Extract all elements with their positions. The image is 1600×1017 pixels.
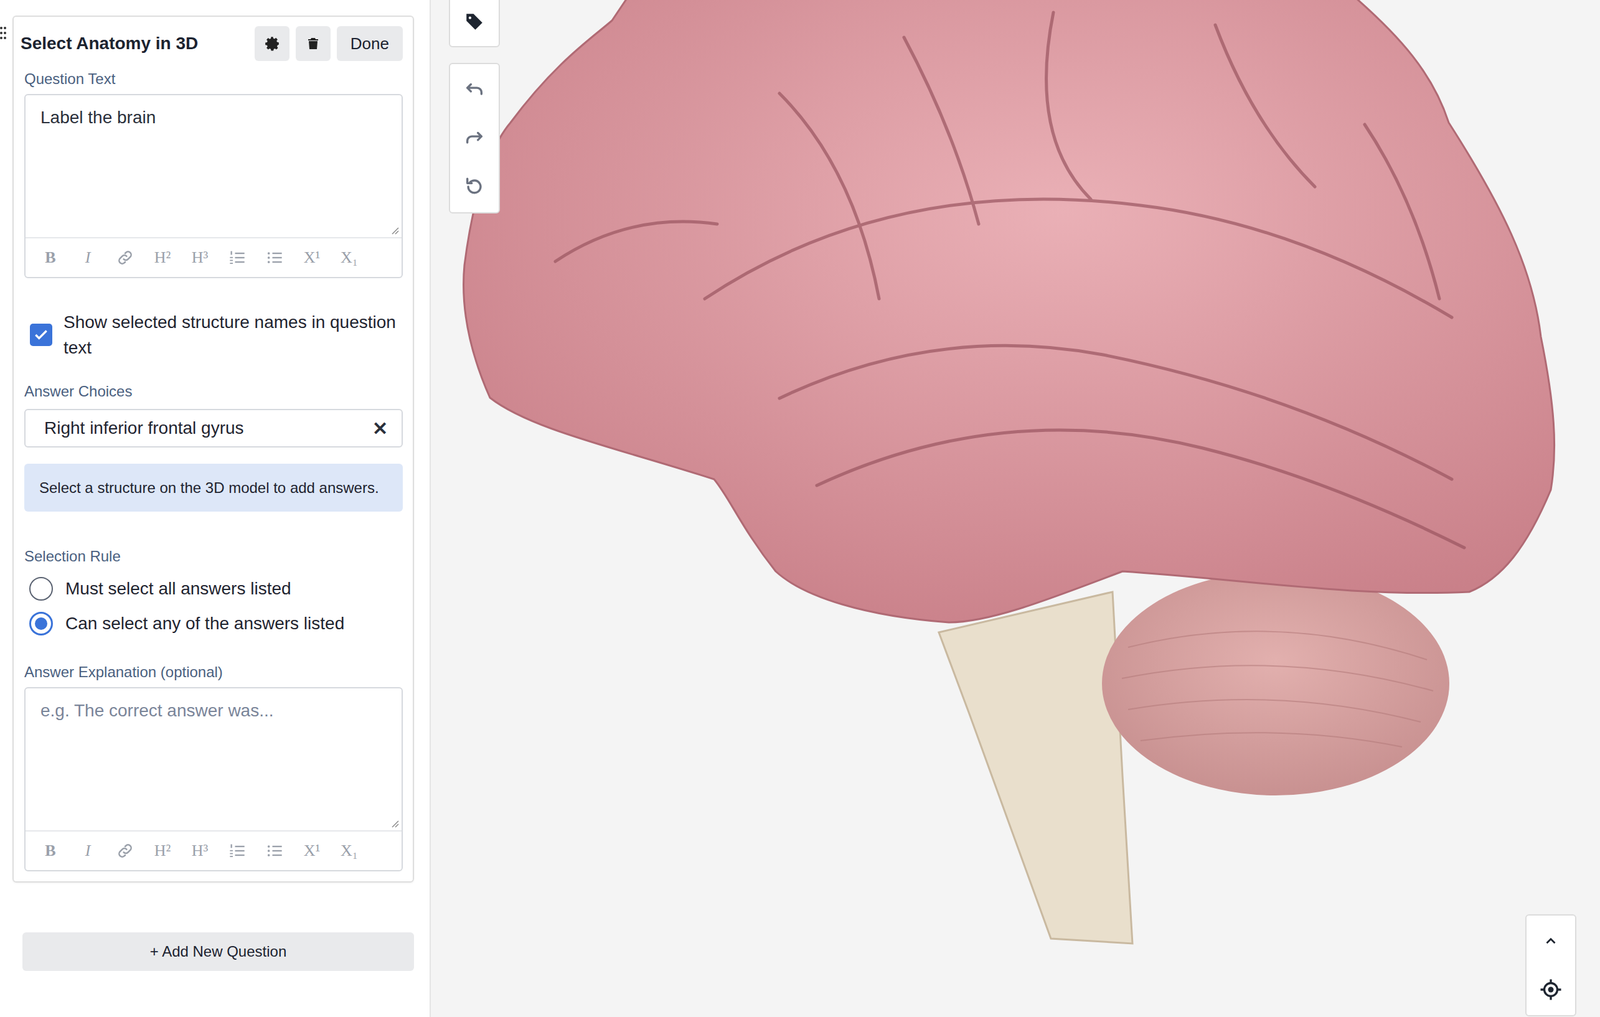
collapse-button[interactable] (1526, 917, 1576, 966)
format-button[interactable]: H³ (181, 248, 219, 268)
model-viewer[interactable] (430, 0, 1600, 1017)
recenter-button[interactable] (1526, 965, 1576, 1015)
radio-dot (34, 617, 48, 631)
bullet-list-icon[interactable] (265, 842, 284, 860)
bullet-list-icon[interactable] (265, 249, 284, 267)
format-label[interactable]: I (85, 841, 91, 861)
brain-model[interactable] (430, 0, 1599, 1017)
format-button[interactable]: H³ (181, 841, 219, 861)
format-button[interactable]: X¹ (293, 248, 331, 268)
check-icon[interactable] (32, 326, 50, 344)
show-names-label[interactable]: Show selected structure names in questio… (63, 309, 403, 361)
answer-chip: Right inferior frontal gyrus✕ (24, 409, 403, 448)
format-label[interactable]: H³ (191, 841, 209, 861)
format-label[interactable]: H² (154, 248, 172, 268)
field-label: Selection Rule (24, 547, 403, 566)
link-icon[interactable] (116, 249, 134, 267)
ordered-list-icon[interactable] (228, 842, 246, 860)
add-question-button[interactable]: + Add New Question (22, 932, 415, 972)
format-label[interactable]: H² (154, 841, 172, 861)
answer-label: Right inferior frontal gyrus (44, 418, 373, 439)
format-label[interactable]: X¹ (303, 248, 321, 268)
show-names-row[interactable]: Show selected structure names in questio… (24, 309, 403, 361)
view-toolbar (1525, 914, 1577, 1017)
drag-handle-icon[interactable] (0, 26, 7, 40)
format-label[interactable]: X¹ (303, 841, 321, 861)
reset-button[interactable] (450, 162, 499, 212)
rule-radio[interactable] (29, 611, 53, 636)
field-label: Answer Explanation (optional) (24, 663, 403, 682)
format-toolbar: B I H² H³ X¹ X₁ (25, 830, 402, 871)
undo-button[interactable] (450, 65, 499, 114)
labels-button[interactable] (450, 0, 499, 47)
link-icon[interactable] (116, 842, 134, 860)
tag-icon[interactable] (463, 11, 485, 33)
settings-button[interactable] (254, 26, 290, 62)
rule-label[interactable]: Can select any of the answers listed (65, 613, 345, 634)
redo-button[interactable] (450, 113, 499, 163)
undo-icon[interactable] (463, 79, 485, 101)
format-button[interactable] (255, 249, 294, 267)
gear-icon[interactable] (263, 35, 281, 52)
crosshair-icon[interactable] (1539, 978, 1563, 1002)
explanation-editor[interactable]: e.g. The correct answer was... B I H² H³ X¹ X₁ (24, 687, 403, 872)
question-card: Select Anatomy in 3D Done Question Text Lab… (12, 15, 415, 883)
format-toolbar: B I H² H³ X¹ X₁ (25, 237, 402, 278)
rule-option[interactable]: Can select any of the answers listed (24, 606, 403, 642)
format-button[interactable]: B (31, 841, 70, 861)
drag-handle[interactable] (0, 26, 7, 43)
reset-icon[interactable] (463, 176, 485, 198)
rule-radio[interactable] (29, 577, 53, 601)
format-button[interactable]: X₁ (330, 248, 368, 268)
format-label[interactable]: I (85, 248, 91, 268)
chevron-up-icon[interactable] (1542, 933, 1559, 950)
format-button[interactable]: I (69, 841, 107, 861)
resize-handle-icon[interactable] (390, 819, 400, 829)
resize-handle-icon[interactable] (390, 225, 400, 235)
format-label[interactable]: X₁ (340, 248, 358, 268)
delete-button[interactable] (295, 26, 331, 62)
redo-icon[interactable] (463, 127, 485, 149)
done-button[interactable]: Done (336, 26, 403, 62)
field-label: Answer Choices (24, 382, 403, 401)
field-label: Question Text (24, 70, 403, 88)
ordered-list-icon[interactable] (228, 249, 246, 267)
format-button[interactable] (106, 842, 144, 860)
format-button[interactable] (255, 842, 294, 860)
format-button[interactable]: I (69, 248, 107, 268)
format-button[interactable] (218, 842, 256, 860)
format-label[interactable]: B (44, 841, 56, 861)
rule-label[interactable]: Must select all answers listed (65, 578, 292, 599)
format-button[interactable] (218, 249, 256, 267)
format-button[interactable] (106, 249, 144, 267)
rule-option[interactable]: Must select all answers listed (24, 571, 403, 607)
format-label[interactable]: B (44, 248, 56, 268)
explanation-placeholder[interactable]: e.g. The correct answer was... (40, 701, 274, 721)
explanation-area[interactable]: e.g. The correct answer was... (25, 688, 402, 831)
label-toolbar (448, 0, 500, 48)
history-toolbar (448, 62, 500, 214)
format-button[interactable]: H² (143, 248, 182, 268)
show-names-checkbox[interactable] (29, 323, 53, 347)
question-text-editor[interactable]: Label the brain B I H² H³ X¹ X₁ (24, 94, 403, 279)
format-button[interactable]: X¹ (293, 841, 331, 861)
hint-box: Select a structure on the 3D model to ad… (24, 463, 403, 512)
trash-icon[interactable] (305, 36, 321, 52)
question-text[interactable]: Label the brain (40, 107, 156, 128)
card-header: Select Anatomy in 3D Done (20, 25, 403, 62)
card-title: Select Anatomy in 3D (20, 33, 249, 54)
format-button[interactable]: X₁ (330, 841, 368, 861)
remove-answer-button[interactable]: ✕ (372, 417, 388, 440)
question-text-area[interactable]: Label the brain (25, 95, 402, 238)
format-label[interactable]: H³ (191, 248, 209, 268)
format-button[interactable]: H² (143, 841, 182, 861)
format-label[interactable]: X₁ (340, 841, 358, 861)
question-panel: Select Anatomy in 3D Done Question Text Lab… (0, 0, 431, 1017)
format-button[interactable]: B (31, 248, 70, 268)
